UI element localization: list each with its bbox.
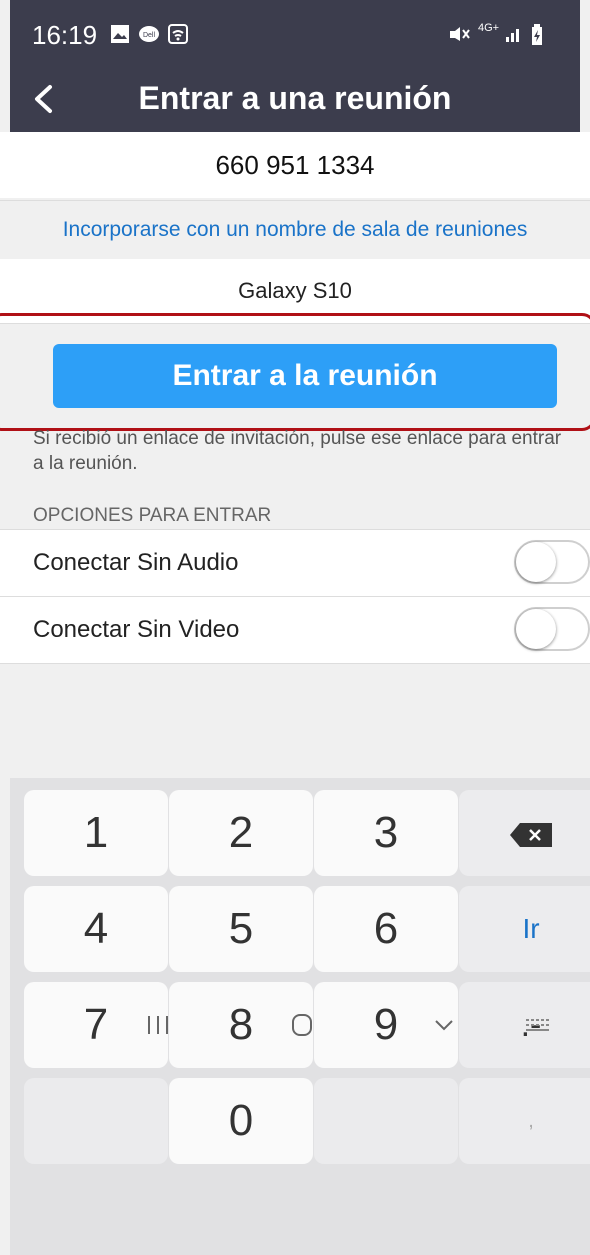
home-icon[interactable]: [282, 1010, 322, 1040]
join-meeting-button[interactable]: Entrar a la reunión: [53, 344, 557, 408]
toggle-knob: [516, 542, 556, 582]
key-1[interactable]: 1: [24, 790, 168, 876]
invite-hint-text: Si recibió un enlace de invitación, puls…: [33, 428, 562, 474]
option-row-no-audio: Conectar Sin Audio: [0, 529, 590, 596]
wifi-call-icon: [168, 24, 188, 44]
blank-key: [314, 1078, 458, 1164]
no-video-toggle[interactable]: [514, 607, 590, 651]
key-5[interactable]: 5: [169, 886, 313, 972]
key-4[interactable]: 4: [24, 886, 168, 972]
svg-text:Dell: Dell: [143, 32, 156, 39]
option-label-no-video: Conectar Sin Video: [33, 616, 240, 643]
key-0[interactable]: 0: [169, 1078, 313, 1164]
go-key[interactable]: Ir: [459, 886, 590, 972]
no-audio-toggle[interactable]: [514, 540, 590, 584]
battery-icon: [532, 24, 542, 45]
backspace-key[interactable]: [459, 790, 590, 876]
image-icon: [111, 25, 129, 43]
4g-icon: 4G+: [478, 22, 500, 34]
key-6[interactable]: 6: [314, 886, 458, 972]
room-name-row: Incorporarse con un nombre de sala de re…: [0, 200, 590, 260]
back-chevron-icon[interactable]: [424, 1010, 464, 1040]
options-section-header: OPCIONES PARA ENTRAR: [33, 505, 272, 526]
comma-key[interactable]: ,: [459, 1078, 590, 1164]
status-bar: 16:19 Dell 4G+: [10, 0, 580, 66]
signal-icon: [506, 29, 519, 42]
display-name-input[interactable]: [0, 259, 590, 323]
meeting-id-input[interactable]: [0, 132, 590, 198]
meeting-id-row: [0, 132, 590, 198]
status-time: 16:19: [32, 20, 98, 50]
key-2[interactable]: 2: [169, 790, 313, 876]
recent-apps-icon[interactable]: [138, 1010, 178, 1040]
room-name-link[interactable]: Incorporarse con un nombre de sala de re…: [0, 201, 590, 259]
backspace-icon: [510, 823, 552, 848]
keyboard-switch-icon[interactable]: [518, 1010, 558, 1040]
key-3[interactable]: 3: [314, 790, 458, 876]
page-title: Entrar a una reunión: [138, 80, 452, 116]
chat-icon: Dell: [139, 26, 159, 42]
title-bar: Entrar a una reunión: [10, 66, 580, 132]
option-row-no-video: Conectar Sin Video: [0, 596, 590, 664]
blank-key: [24, 1078, 168, 1164]
mute-icon: [450, 27, 470, 41]
option-label-no-audio: Conectar Sin Audio: [33, 549, 239, 576]
toggle-knob: [516, 609, 556, 649]
display-name-row: [0, 259, 590, 324]
